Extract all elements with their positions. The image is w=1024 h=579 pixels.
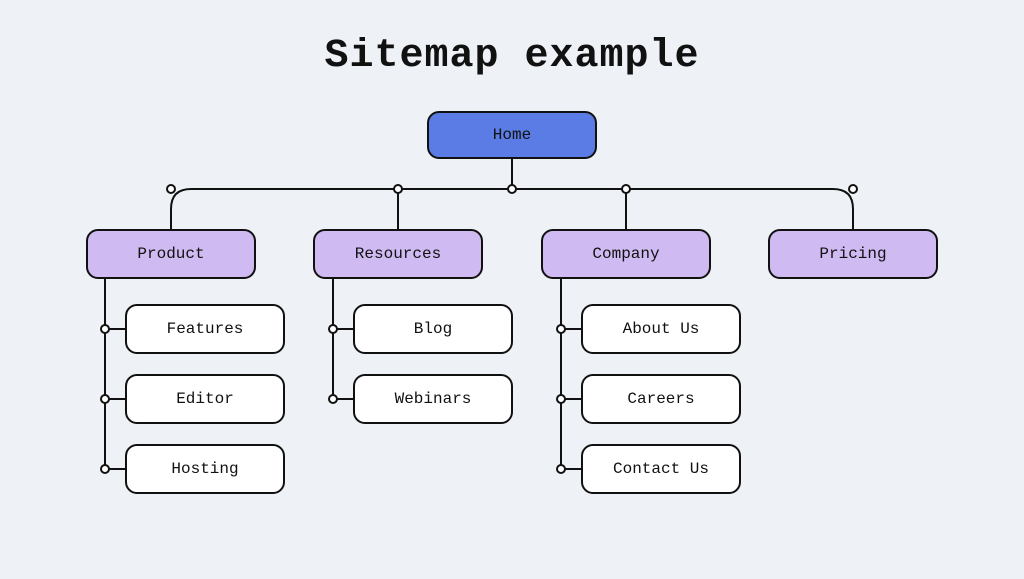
node-label: Resources [355, 245, 441, 263]
node-label: Features [167, 320, 244, 338]
node-hosting: Hosting [125, 444, 285, 494]
node-product: Product [86, 229, 256, 279]
node-label: Pricing [819, 245, 886, 263]
sitemap-diagram: Home Product Resources Company Pricing F… [0, 79, 1024, 579]
node-label: Product [137, 245, 204, 263]
node-label: Blog [414, 320, 452, 338]
node-label: About Us [623, 320, 700, 338]
node-features: Features [125, 304, 285, 354]
node-careers: Careers [581, 374, 741, 424]
node-resources: Resources [313, 229, 483, 279]
node-label: Contact Us [613, 460, 709, 478]
node-label: Editor [176, 390, 234, 408]
node-home: Home [427, 111, 597, 159]
node-webinars: Webinars [353, 374, 513, 424]
node-company: Company [541, 229, 711, 279]
node-label: Company [592, 245, 659, 263]
node-editor: Editor [125, 374, 285, 424]
page-title: Sitemap example [0, 0, 1024, 79]
node-label: Home [493, 126, 531, 144]
node-label: Webinars [395, 390, 472, 408]
node-pricing: Pricing [768, 229, 938, 279]
node-label: Careers [627, 390, 694, 408]
node-label: Hosting [171, 460, 238, 478]
node-about-us: About Us [581, 304, 741, 354]
node-contact-us: Contact Us [581, 444, 741, 494]
node-blog: Blog [353, 304, 513, 354]
